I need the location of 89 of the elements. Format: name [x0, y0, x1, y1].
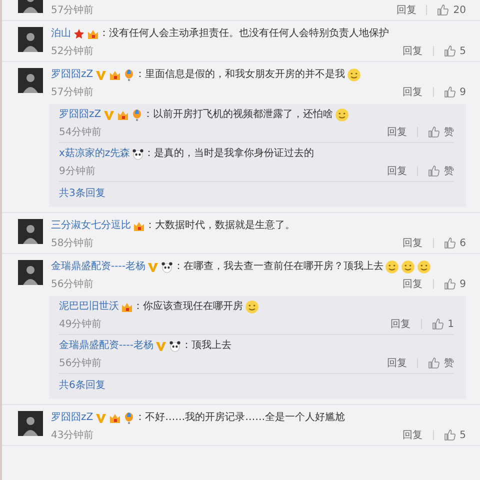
reply-link[interactable]: 回复 — [387, 125, 407, 139]
vip-icon — [103, 109, 116, 121]
emoji-icon — [401, 260, 416, 274]
comment-text: ：不好……我的开房记录……全是一个人好尴尬 — [135, 411, 346, 425]
balloon-icon — [123, 69, 136, 81]
thumbs-up-icon — [444, 429, 456, 441]
reply-link[interactable]: 回复 — [402, 236, 423, 250]
like-button[interactable]: 5 — [444, 45, 466, 57]
thumbs-up-icon — [428, 165, 440, 177]
badge-icon — [109, 412, 122, 424]
reply-link[interactable]: 回复 — [402, 428, 423, 442]
avatar[interactable] — [18, 27, 43, 52]
balloon-icon — [131, 109, 144, 121]
thumbs-up-icon — [444, 86, 456, 98]
star-icon — [73, 28, 85, 40]
vip-icon — [95, 412, 108, 424]
panda-icon — [132, 148, 144, 160]
user-name[interactable]: x菇凉家的z先森 — [59, 147, 130, 161]
more-replies-link[interactable]: 共3条回复 — [59, 182, 454, 205]
panda-icon — [169, 340, 182, 352]
user-name[interactable]: 罗囧囧zZ — [51, 411, 94, 425]
user-name[interactable]: 罗囧囧zZ — [51, 68, 94, 82]
badge-icon — [133, 220, 145, 232]
thumbs-up-icon — [444, 45, 456, 57]
user-name[interactable]: 金瑞鼎盛配资----老杨 — [59, 339, 154, 353]
timestamp: 57分钟前 — [51, 4, 95, 17]
timestamp: 43分钟前 — [51, 428, 95, 442]
user-name[interactable]: 泊山 — [51, 27, 71, 41]
user-name[interactable]: 三分淑女七分逗比 — [51, 219, 131, 233]
vip-icon — [95, 69, 108, 81]
more-replies-link[interactable]: 共6条回复 — [59, 374, 454, 397]
thumbs-up-icon — [437, 4, 450, 16]
like-button[interactable]: 1 — [432, 318, 454, 330]
avatar[interactable] — [18, 411, 43, 436]
vip-icon — [147, 261, 160, 273]
thumbs-up-icon — [432, 318, 444, 330]
timestamp: 56分钟前 — [59, 356, 103, 370]
panda-icon — [161, 261, 174, 273]
emoji-icon — [245, 300, 259, 314]
badge-icon — [117, 109, 130, 121]
like-button[interactable]: 9 — [444, 86, 466, 98]
emoji-icon — [417, 260, 432, 274]
timestamp: 56分钟前 — [51, 278, 95, 291]
comment-text: ：是真的，当时是我拿你身份证过去的 — [144, 147, 314, 161]
avatar[interactable] — [18, 219, 43, 244]
timestamp: 9分钟前 — [59, 164, 96, 178]
comment-text: ：里面信息是假的，和我女朋友开房的并不是我 — [135, 68, 346, 82]
user-name[interactable]: 罗囧囧zZ — [59, 108, 102, 122]
reply-link[interactable]: 回复 — [402, 44, 423, 58]
thumbs-up-icon — [428, 357, 440, 369]
comment-text: ：以前开房打飞机的视频都泄露了，还怕啥 — [143, 108, 334, 122]
timestamp: 49分钟前 — [59, 318, 103, 331]
reply-link[interactable]: 回复 — [402, 277, 423, 291]
balloon-icon — [123, 412, 136, 424]
timestamp: 57分钟前 — [51, 86, 95, 99]
timestamp: 52分钟前 — [51, 44, 95, 58]
emoji-icon — [335, 108, 350, 122]
like-button[interactable]: 20 — [437, 4, 466, 16]
avatar[interactable] — [18, 260, 43, 285]
like-button[interactable]: 6 — [444, 237, 466, 249]
reply-link[interactable]: 回复 — [390, 317, 411, 331]
like-button[interactable]: 5 — [444, 429, 466, 441]
like-button[interactable]: 赞 — [428, 125, 454, 139]
thumbs-up-icon — [428, 126, 440, 138]
comment-text: ：顶我上去 — [181, 339, 232, 353]
badge-icon — [109, 69, 122, 81]
emoji-icon — [385, 260, 400, 274]
badge-icon — [121, 301, 133, 313]
timestamp: 54分钟前 — [59, 126, 103, 139]
comment-text: ：在哪查，我去查一查前任在哪开房？顶我上去 — [173, 260, 384, 274]
reply-link[interactable]: 回复 — [396, 3, 416, 17]
reply-link[interactable]: 回复 — [387, 164, 407, 178]
avatar[interactable] — [18, 68, 43, 93]
thumbs-up-icon — [444, 237, 456, 249]
emoji-icon — [347, 68, 362, 82]
like-button[interactable]: 赞 — [428, 164, 454, 178]
timestamp: 58分钟前 — [51, 236, 95, 250]
user-name[interactable]: 泥巴巴旧世沃 — [59, 300, 119, 314]
comment-text: ：大数据时代，数据就是生意了。 — [145, 219, 295, 233]
reply-link[interactable]: 回复 — [402, 85, 423, 99]
like-button[interactable]: 赞 — [428, 356, 454, 370]
user-name[interactable]: 金瑞鼎盛配资----老杨 — [51, 260, 146, 274]
comment-text: ：你应该查现任在哪开房 — [133, 300, 243, 314]
vip-icon — [155, 340, 168, 352]
reply-link[interactable]: 回复 — [387, 356, 407, 370]
badge-icon — [87, 28, 99, 40]
thumbs-up-icon — [444, 278, 456, 290]
comment-text: ：没有任何人会主动承担责任。也没有任何人会特别负责人地保护 — [99, 27, 389, 41]
like-button[interactable]: 9 — [444, 278, 466, 290]
